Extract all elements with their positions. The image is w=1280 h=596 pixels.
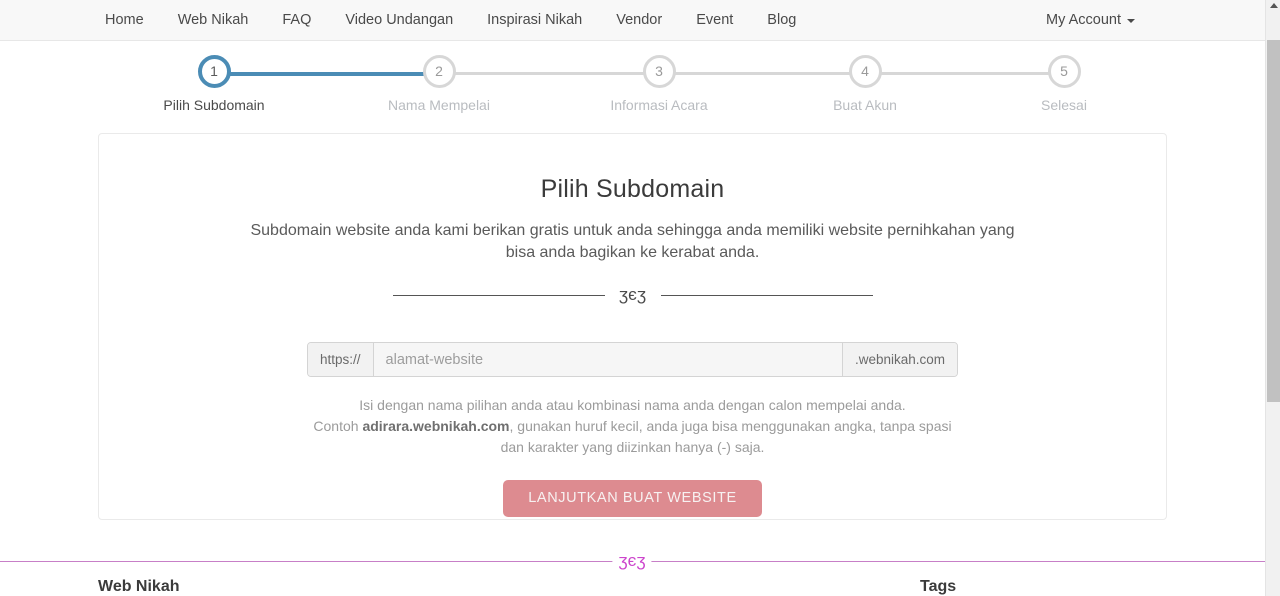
stepper-steps: 1 Pilih Subdomain 2 Nama Mempelai 3 Info…	[98, 52, 1166, 113]
scrollbar-thumb[interactable]	[1267, 40, 1280, 402]
nav-item-home[interactable]: Home	[88, 0, 161, 40]
subdomain-input-group: https:// .webnikah.com	[307, 342, 958, 377]
step-1-circle[interactable]: 1	[197, 55, 231, 88]
step-5-selesai[interactable]: 5 Selesai	[948, 52, 1180, 113]
url-scheme-addon: https://	[308, 343, 374, 376]
nav-item-vendor[interactable]: Vendor	[599, 0, 679, 40]
step-3-informasi-acara[interactable]: 3 Informasi Acara	[543, 52, 775, 113]
step-4-label: Buat Akun	[833, 97, 897, 113]
help-example-domain: adirara.webnikah.com	[362, 418, 510, 434]
help-line-2-prefix: Contoh	[313, 418, 363, 434]
footer-flourish-ornament-icon: ʒєʒ	[612, 551, 652, 571]
footer-heading-tags: Tags	[920, 578, 957, 595]
step-3-label: Informasi Acara	[610, 97, 708, 113]
subdomain-help-text: Isi dengan nama pilihan anda atau kombin…	[313, 395, 953, 458]
my-account-label: My Account	[1046, 12, 1121, 28]
page-subtitle: Subdomain website anda kami berikan grat…	[250, 222, 1015, 261]
my-account-menu[interactable]: My Account	[1046, 0, 1135, 40]
ornament-divider: ʒєʒ	[392, 284, 873, 306]
divider-line-left	[392, 295, 605, 296]
site-footer: Web Nikah Tags	[0, 578, 1265, 596]
step-3-circle[interactable]: 3	[642, 55, 676, 88]
step-2-nama-mempelai[interactable]: 2 Nama Mempelai	[323, 52, 555, 113]
nav-item-faq[interactable]: FAQ	[265, 0, 328, 40]
nav-item-video-undangan[interactable]: Video Undangan	[328, 0, 470, 40]
step-4-buat-akun[interactable]: 4 Buat Akun	[749, 52, 981, 113]
help-line-2-suffix: , gunakan huruf kecil, anda juga bisa me…	[500, 418, 952, 455]
step-5-label: Selesai	[1041, 97, 1087, 113]
main-navbar: Home Web Nikah FAQ Video Undangan Inspir…	[0, 0, 1265, 41]
nav-item-blog[interactable]: Blog	[750, 0, 813, 40]
page-scrollbar[interactable]	[1265, 0, 1280, 596]
help-line-2: Contoh adirara.webnikah.com, gunakan hur…	[313, 416, 953, 458]
flourish-ornament-icon: ʒєʒ	[618, 285, 647, 304]
progress-stepper: 1 Pilih Subdomain 2 Nama Mempelai 3 Info…	[98, 52, 1166, 122]
step-1-label: Pilih Subdomain	[163, 97, 265, 113]
step-2-label: Nama Mempelai	[388, 97, 490, 113]
step-2-circle[interactable]: 2	[422, 55, 456, 88]
divider-line-right	[660, 295, 873, 296]
page-root: Home Web Nikah FAQ Video Undangan Inspir…	[0, 0, 1280, 596]
caret-down-icon	[1127, 19, 1135, 23]
nav-item-inspirasi-nikah[interactable]: Inspirasi Nikah	[470, 0, 599, 40]
scroll-up-arrow-icon[interactable]	[1270, 3, 1278, 8]
cta-container: LANJUTKAN BUAT WEBSITE	[99, 480, 1166, 517]
help-line-1: Isi dengan nama pilihan anda atau kombin…	[359, 397, 906, 413]
page-title: Pilih Subdomain	[540, 175, 725, 203]
nav-item-event[interactable]: Event	[679, 0, 750, 40]
navbar-right: My Account	[1046, 0, 1135, 40]
step-4-circle[interactable]: 4	[848, 55, 882, 88]
nav-item-web-nikah[interactable]: Web Nikah	[161, 0, 266, 40]
subdomain-input[interactable]	[373, 343, 842, 376]
domain-suffix-addon: .webnikah.com	[841, 343, 957, 376]
footer-heading-web-nikah: Web Nikah	[98, 578, 180, 595]
step-5-circle[interactable]: 5	[1047, 55, 1081, 88]
step-1-pilih-subdomain[interactable]: 1 Pilih Subdomain	[98, 52, 330, 113]
lanjutkan-buat-website-button[interactable]: LANJUTKAN BUAT WEBSITE	[503, 480, 762, 517]
navbar-links: Home Web Nikah FAQ Video Undangan Inspir…	[88, 0, 813, 40]
subdomain-card: Pilih Subdomain Subdomain website anda k…	[98, 133, 1167, 520]
